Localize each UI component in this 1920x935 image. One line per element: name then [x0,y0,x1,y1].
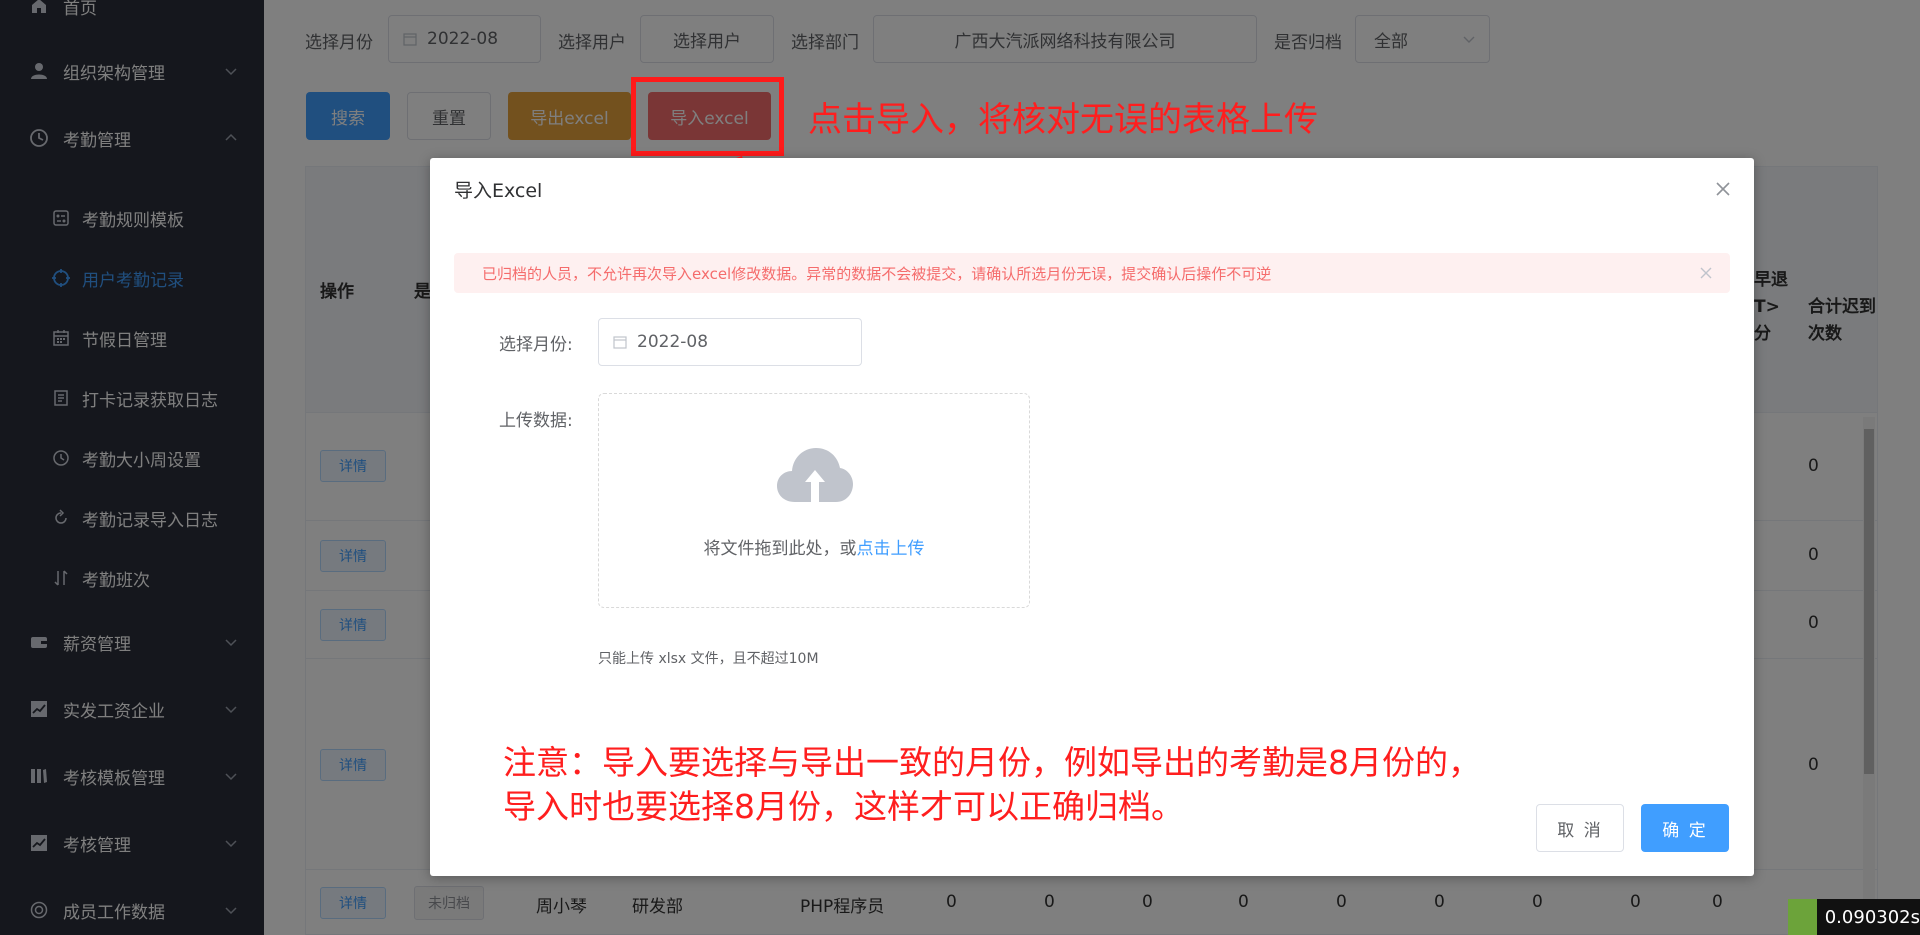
calendar-icon [613,336,627,349]
upload-tip: 只能上传 xlsx 文件，且不超过10M [598,651,819,667]
month-select-label: 选择月份: [499,335,573,355]
annotation-note: 注意：导入要选择与导出一致的月份，例如导出的考勤是8月份的， 导入时也要选择8月… [503,743,1481,826]
annotation-callout: 点击导入，将核对无误的表格上传 [808,100,1318,140]
month-picker-input[interactable]: 2022-08 [598,318,862,366]
upload-cloud-icon [777,448,853,502]
upload-link[interactable]: 点击上传 [857,539,925,559]
import-excel-dialog: 导入Excel 已归档的人员，不允许再次导入excel修改数据。异常的数据不会被… [430,158,1754,876]
close-icon[interactable] [1714,180,1732,198]
confirm-button[interactable]: 确 定 [1641,804,1729,852]
upload-instruction: 将文件拖到此处，或点击上传 [703,539,925,559]
alert-close-icon[interactable] [1700,267,1712,279]
upload-label: 上传数据: [499,411,573,431]
alert-text: 已归档的人员，不允许再次导入excel修改数据。异常的数据不会被提交，请确认所选… [482,264,1272,283]
timer-icon [1788,899,1817,935]
timer-value: 0.090302s [1824,906,1920,928]
annotation-highlight-box [631,77,784,156]
cancel-button[interactable]: 取 消 [1536,804,1624,852]
upload-dropzone[interactable]: 将文件拖到此处，或点击上传 [598,393,1030,608]
warning-alert: 已归档的人员，不允许再次导入excel修改数据。异常的数据不会被提交，请确认所选… [454,253,1730,293]
dialog-title: 导入Excel [454,180,543,202]
load-timer-badge: 0.090302s [1788,899,1920,935]
month-picker-value: 2022-08 [637,332,709,352]
